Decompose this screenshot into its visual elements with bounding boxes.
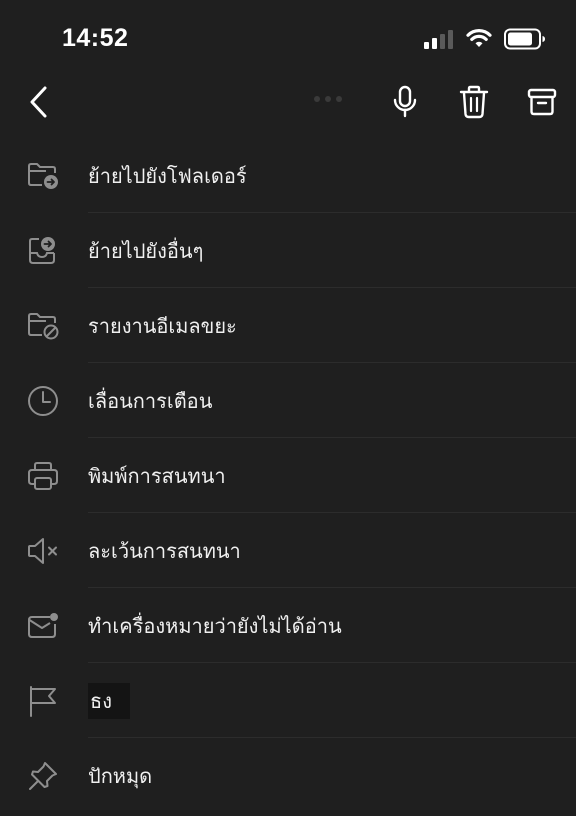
status-icons bbox=[424, 27, 546, 51]
menu-item-label: ย้ายไปยังโฟลเดอร์ bbox=[88, 163, 247, 188]
more-dots-icon bbox=[314, 96, 342, 102]
microphone-button[interactable] bbox=[383, 78, 427, 130]
menu-item-print[interactable]: พิมพ์การสนทนา bbox=[0, 438, 576, 513]
menu-item-mark-unread[interactable]: ทำเครื่องหมายว่ายังไม่ได้อ่าน bbox=[0, 588, 576, 663]
menu-item-label: เลื่อนการเตือน bbox=[88, 388, 213, 413]
menu-item-pin[interactable]: ปักหมุด bbox=[0, 738, 576, 813]
menu-item-label: ย้ายไปยังอื่นๆ bbox=[88, 238, 204, 263]
microphone-icon bbox=[392, 85, 418, 123]
menu-item-label: ธง bbox=[88, 682, 130, 719]
menu-item-ignore-conversation[interactable]: ละเว้นการสนทนา bbox=[0, 513, 576, 588]
menu-item-label: ทำเครื่องหมายว่ายังไม่ได้อ่าน bbox=[88, 613, 342, 638]
clock-icon bbox=[26, 384, 60, 418]
speaker-mute-icon bbox=[26, 534, 60, 568]
back-button[interactable] bbox=[16, 78, 60, 130]
folder-block-icon bbox=[26, 309, 60, 343]
action-menu: ย้ายไปยังโฟลเดอร์ ย้ายไปยังอื่นๆ รายงานอ… bbox=[0, 138, 576, 813]
back-chevron-icon bbox=[27, 85, 49, 123]
menu-item-move-to-folder[interactable]: ย้ายไปยังโฟลเดอร์ bbox=[0, 138, 576, 213]
menu-item-move-to-other[interactable]: ย้ายไปยังอื่นๆ bbox=[0, 213, 576, 288]
menu-item-report-junk[interactable]: รายงานอีเมลขยะ bbox=[0, 288, 576, 363]
wifi-icon bbox=[466, 29, 492, 49]
printer-icon bbox=[26, 459, 60, 493]
folder-move-icon bbox=[26, 159, 60, 193]
cellular-signal-icon bbox=[424, 29, 454, 49]
status-bar: 14:52 bbox=[0, 0, 576, 72]
mail-unread-icon bbox=[26, 609, 60, 643]
menu-item-label: พิมพ์การสนทนา bbox=[88, 463, 226, 488]
delete-button[interactable] bbox=[452, 78, 496, 130]
menu-item-label: รายงานอีเมลขยะ bbox=[88, 313, 237, 338]
toolbar bbox=[0, 78, 576, 130]
inbox-move-icon bbox=[26, 234, 60, 268]
archive-button[interactable] bbox=[520, 78, 564, 130]
screen: 14:52 ย้ายไปยังโฟลเดอร์ ย้ายไปยังอื่นๆ ร… bbox=[0, 0, 576, 816]
menu-item-label: ละเว้นการสนทนา bbox=[88, 538, 241, 563]
menu-item-label: ปักหมุด bbox=[88, 763, 153, 788]
flag-icon bbox=[26, 684, 60, 718]
status-time: 14:52 bbox=[62, 24, 129, 52]
menu-item-snooze[interactable]: เลื่อนการเตือน bbox=[0, 363, 576, 438]
pin-icon bbox=[26, 759, 60, 793]
menu-item-flag[interactable]: ธง bbox=[0, 663, 576, 738]
archive-icon bbox=[527, 87, 557, 121]
battery-icon bbox=[504, 28, 546, 50]
trash-icon bbox=[459, 85, 489, 123]
